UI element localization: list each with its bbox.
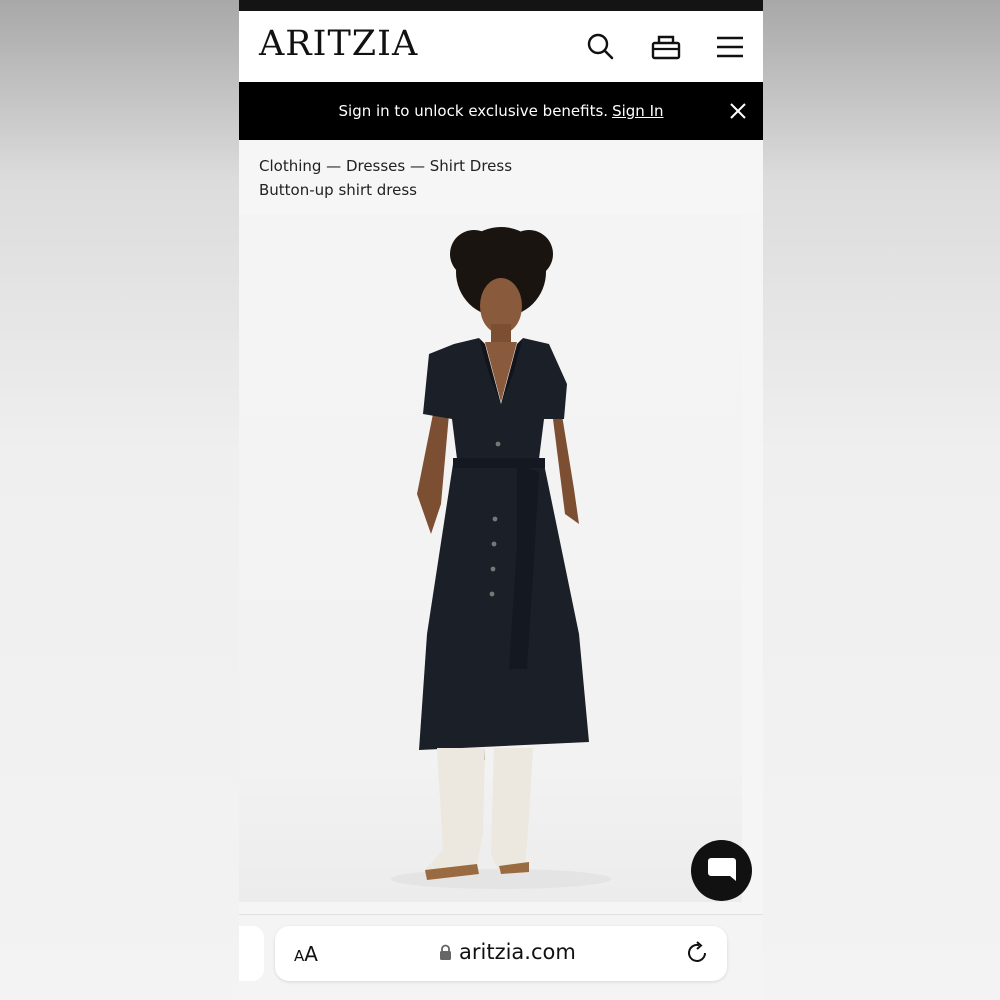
sign-in-banner: Sign in to unlock exclusive benefits. Si… [239, 82, 763, 140]
lock-icon [440, 944, 451, 960]
breadcrumb: Clothing — Dresses — Shirt Dress Button-… [239, 140, 763, 214]
url-text: aritzia.com [459, 940, 576, 964]
aritzia-logo[interactable]: ARITZIA [259, 24, 418, 64]
site-header: ARITZIA [239, 11, 763, 82]
product-image[interactable] [239, 214, 742, 902]
close-icon[interactable] [729, 102, 747, 120]
url-display: aritzia.com [439, 940, 576, 964]
sign-in-link[interactable]: Sign In [612, 102, 663, 120]
breadcrumb-path[interactable]: Clothing — Dresses — Shirt Dress [259, 154, 743, 178]
chat-icon [707, 857, 736, 881]
reload-icon[interactable] [685, 940, 711, 966]
status-bar [239, 0, 763, 11]
menu-icon[interactable] [713, 30, 747, 64]
banner-message: Sign in to unlock exclusive benefits. [338, 102, 609, 120]
text-size-button[interactable]: AA [294, 942, 318, 966]
search-icon[interactable] [584, 30, 618, 64]
phone-screen: ARITZIA Sign in to unlock exclusive bene… [239, 0, 763, 1000]
product-name: Button-up shirt dress [259, 181, 417, 199]
text-size-small-label: A [294, 947, 305, 965]
address-bar[interactable]: AA aritzia.com [275, 926, 727, 981]
browser-toolbar: AA aritzia.com [239, 914, 763, 1000]
bag-icon[interactable] [649, 30, 683, 64]
text-size-large-label: A [304, 942, 318, 966]
chat-button[interactable] [691, 840, 752, 901]
previous-tab[interactable] [239, 926, 264, 981]
